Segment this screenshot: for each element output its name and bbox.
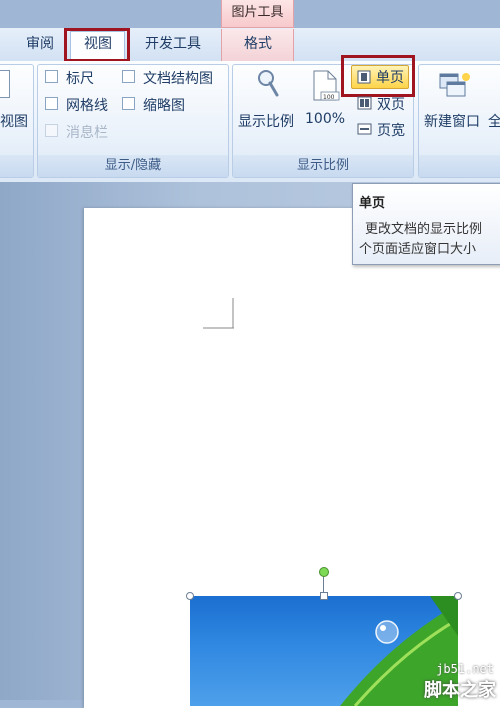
show-hide-group-label: 显示/隐藏 [38, 155, 228, 177]
view-mode-button-label[interactable]: 视图 [0, 111, 28, 131]
watermark-name: 脚本之家 [424, 680, 496, 701]
gridlines-label: 网格线 [66, 98, 108, 114]
tab-review[interactable]: 审阅 [18, 28, 62, 61]
magnifier-icon [258, 70, 279, 97]
zoom-100-button[interactable]: 100% [305, 111, 345, 127]
page-width-icon [357, 123, 372, 135]
zoom-100-icon: 100 [313, 70, 340, 101]
tab-developer[interactable]: 开发工具 [136, 28, 210, 61]
new-window-button[interactable]: 新建窗口 [424, 111, 480, 131]
tooltip-line-1: 更改文档的显示比例 [365, 222, 483, 237]
inserted-picture[interactable] [190, 596, 458, 706]
svg-text:100: 100 [323, 94, 335, 101]
resize-handle-top-right[interactable] [454, 592, 462, 600]
document-view-icon [0, 70, 10, 98]
message-bar-label: 消息栏 [66, 125, 108, 141]
page-width-button[interactable]: 页宽 [377, 120, 405, 140]
ruler-label: 标尺 [66, 71, 94, 87]
tooltip-title: 单页 [359, 196, 386, 211]
watermark-site: jb51.net [436, 662, 494, 676]
leaf-image [340, 596, 458, 706]
message-bar-checkbox [45, 124, 58, 137]
gridlines-checkbox[interactable] [45, 97, 58, 110]
single-page-highlight [341, 55, 415, 97]
tab-format[interactable]: 格式 [222, 28, 294, 61]
ruler-checkbox[interactable] [45, 70, 58, 83]
rotate-handle-stem [323, 575, 324, 593]
margin-corner-mark [203, 298, 234, 329]
zoom-button[interactable]: 显示比例 [238, 111, 294, 131]
next-button-partial[interactable]: 全 [488, 111, 500, 131]
tab-view-highlight [64, 28, 130, 62]
document-map-checkbox[interactable] [122, 70, 135, 83]
resize-handle-top-left[interactable] [186, 592, 194, 600]
thumbnails-label: 缩略图 [143, 98, 185, 114]
rotate-handle[interactable] [319, 567, 329, 577]
resize-handle-top-center[interactable] [320, 592, 328, 600]
zoom-group-label: 显示比例 [233, 155, 413, 177]
document-map-label: 文档结构图 [143, 71, 213, 87]
tooltip-line-2: 个页面适应窗口大小 [359, 242, 477, 257]
single-page-tooltip: 单页 更改文档的显示比例 个页面适应窗口大小 [352, 183, 500, 265]
two-pages-button[interactable]: 双页 [377, 94, 405, 114]
two-pages-icon [357, 96, 372, 110]
picture-tools-context-tab: 图片工具 [221, 0, 294, 28]
thumbnails-checkbox[interactable] [122, 97, 135, 110]
new-window-icon [439, 73, 470, 97]
